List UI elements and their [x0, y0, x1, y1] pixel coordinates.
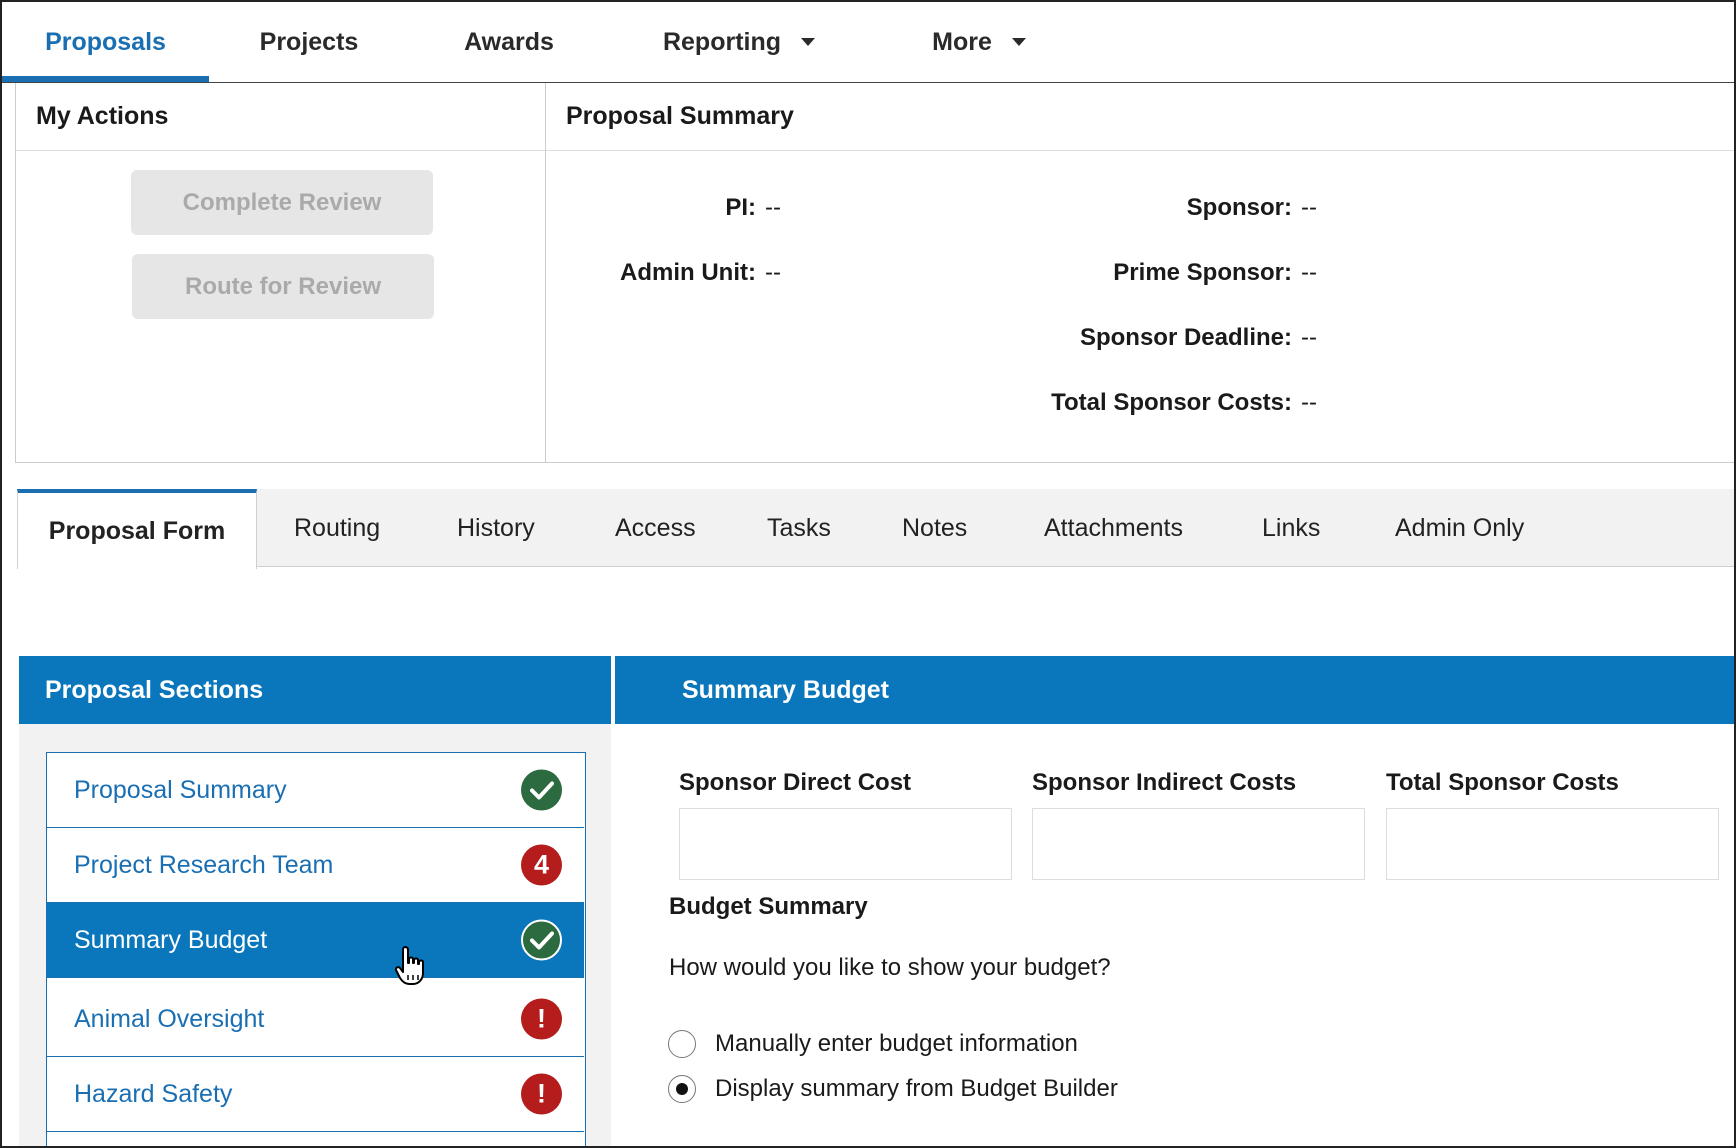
option-manual-entry[interactable]: Manually enter budget information	[668, 1030, 1078, 1058]
nav-projects[interactable]: Projects	[209, 2, 409, 82]
radio-manual-entry[interactable]	[668, 1030, 696, 1058]
sponsor-indirect-costs-field[interactable]	[1032, 808, 1365, 880]
sponsor-direct-cost-label: Sponsor Direct Cost	[679, 769, 912, 796]
proposal-summary-panel: Proposal Summary PI: -- Admin Unit: -- S…	[546, 83, 1734, 462]
pi-label: PI:	[725, 194, 756, 221]
nav-proposals[interactable]: Proposals	[2, 2, 209, 82]
tab-links[interactable]: Links	[1262, 489, 1320, 567]
sponsor-indirect-costs-label: Sponsor Indirect Costs	[1032, 769, 1297, 796]
radio-budget-builder[interactable]	[668, 1075, 696, 1103]
proposal-sections-panel: Proposal Sections Proposal Summary Proje…	[19, 656, 611, 1146]
check-icon	[521, 769, 562, 811]
route-for-review-button[interactable]: Route for Review	[132, 254, 434, 319]
chevron-down-icon	[801, 38, 816, 46]
tab-attachments[interactable]: Attachments	[1044, 489, 1183, 567]
total-sponsor-costs-field[interactable]	[1386, 808, 1719, 880]
sponsor-deadline-value: --	[1301, 324, 1317, 351]
tab-history[interactable]: History	[457, 489, 535, 567]
total-sponsor-costs-label: Total Sponsor Costs	[1386, 769, 1619, 796]
proposal-summary-title: Proposal Summary	[546, 83, 1734, 151]
complete-review-button[interactable]: Complete Review	[131, 170, 433, 235]
total-sponsor-costs-value: --	[1301, 389, 1317, 416]
admin-unit-label: Admin Unit:	[620, 259, 756, 286]
app-window: Proposals Projects Awards Reporting More…	[0, 0, 1736, 1148]
exclamation-icon: !	[521, 1073, 562, 1115]
my-actions-panel: My Actions Complete Review Route for Rev…	[16, 83, 546, 462]
tab-notes[interactable]: Notes	[902, 489, 967, 567]
section-animal-oversight[interactable]: Animal Oversight !	[47, 982, 584, 1057]
check-icon	[521, 919, 562, 961]
chevron-down-icon	[1011, 38, 1026, 46]
exclamation-icon: !	[521, 998, 562, 1040]
nav-awards[interactable]: Awards	[409, 2, 609, 82]
my-actions-title: My Actions	[16, 83, 545, 151]
section-project-research-team[interactable]: Project Research Team 4	[47, 828, 584, 903]
sponsor-deadline-label: Sponsor Deadline:	[1079, 324, 1292, 351]
tab-routing[interactable]: Routing	[294, 489, 380, 567]
section-hazard-safety[interactable]: Hazard Safety !	[47, 1057, 584, 1132]
error-count-badge: 4	[521, 844, 562, 886]
sponsor-value: --	[1301, 194, 1317, 221]
pi-value: --	[765, 194, 781, 221]
prime-sponsor-label: Prime Sponsor:	[1113, 259, 1292, 286]
tab-proposal-form[interactable]: Proposal Form	[17, 489, 257, 569]
summary-budget-panel: Summary Budget Sponsor Direct Cost Spons…	[615, 656, 1734, 1146]
proposal-sections-title: Proposal Sections	[19, 656, 611, 724]
sections-list: Proposal Summary Project Research Team 4…	[46, 752, 586, 1146]
sponsor-direct-cost-field[interactable]	[679, 808, 1012, 880]
top-navigation: Proposals Projects Awards Reporting More	[2, 2, 1734, 83]
proposal-tabs: Proposal Form Routing History Access Tas…	[17, 489, 1734, 569]
total-sponsor-costs-label: Total Sponsor Costs:	[1051, 389, 1292, 416]
prime-sponsor-value: --	[1301, 259, 1317, 286]
section-summary-budget[interactable]: Summary Budget	[47, 903, 584, 978]
section-proposal-summary[interactable]: Proposal Summary	[47, 753, 584, 828]
nav-reporting[interactable]: Reporting	[609, 2, 869, 82]
option-budget-builder[interactable]: Display summary from Budget Builder	[668, 1075, 1118, 1103]
admin-unit-value: --	[765, 259, 781, 286]
tab-access[interactable]: Access	[615, 489, 696, 567]
budget-question: How would you like to show your budget?	[669, 954, 1111, 981]
nav-more[interactable]: More	[869, 2, 1089, 82]
hand-pointer-icon	[395, 946, 424, 985]
budget-summary-heading: Budget Summary	[669, 893, 868, 920]
sponsor-label: Sponsor:	[1186, 194, 1292, 221]
tab-admin-only[interactable]: Admin Only	[1395, 489, 1524, 567]
tab-tasks[interactable]: Tasks	[767, 489, 831, 567]
summary-budget-title: Summary Budget	[615, 656, 1734, 724]
header-panels: My Actions Complete Review Route for Rev…	[15, 83, 1734, 463]
